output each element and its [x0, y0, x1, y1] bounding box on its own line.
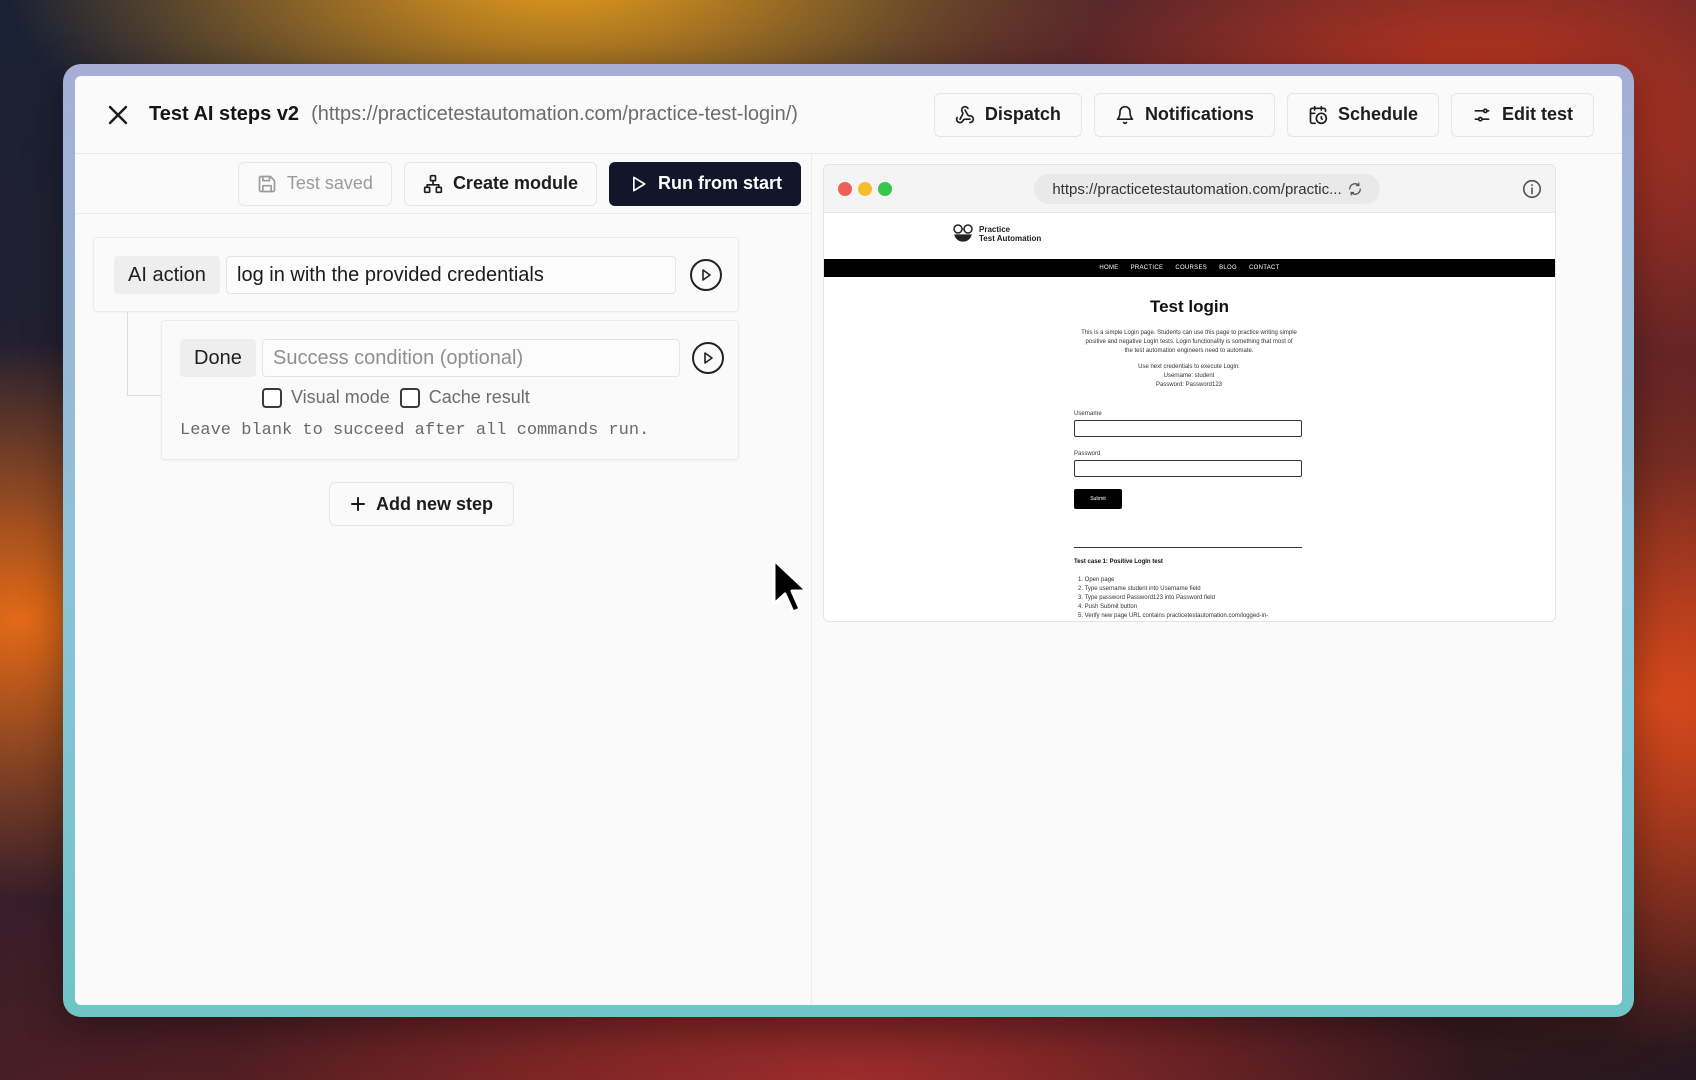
site-logo-text: Practice Test Automation — [979, 225, 1041, 243]
site-submit-button[interactable]: Submit — [1074, 489, 1122, 509]
network-icon — [423, 174, 443, 193]
header-actions: Dispatch Notifications Schedule Edit tes… — [933, 92, 1594, 137]
site-creds-line-1: Use next credentials to execute Login: — [1138, 364, 1240, 370]
site-intro-line-2: positive and negative LogIn tests. Login… — [1085, 339, 1293, 345]
site-credentials: Use next credentials to execute Login: U… — [1079, 363, 1299, 390]
list-item: 2. Type username student into Username f… — [1078, 586, 1201, 592]
create-module-button[interactable]: Create module — [403, 161, 597, 206]
site-password-field[interactable] — [1074, 460, 1302, 477]
site-testcase-steps: 1. Open page 2. Type username student in… — [1078, 576, 1268, 621]
sliders-icon — [1474, 107, 1490, 122]
info-icon[interactable] — [1521, 178, 1543, 200]
browser-url-text: https://practicetestautomation.com/pract… — [1052, 180, 1342, 198]
browser-toolbar: https://practicetestautomation.com/pract… — [824, 165, 1555, 213]
add-new-step-label: Add new step — [376, 493, 494, 514]
site-logo: Practice Test Automation — [952, 223, 1041, 245]
webhook-icon — [955, 105, 974, 123]
site-nav-courses[interactable]: COURSES — [1175, 265, 1207, 271]
success-condition-input[interactable] — [262, 339, 680, 377]
window-minimize-dot[interactable] — [858, 182, 872, 196]
done-options: Visual mode Cache result — [262, 387, 530, 408]
calendar-clock-icon — [1309, 105, 1328, 124]
list-item: 5. Verify new page URL contains practice… — [1078, 613, 1269, 619]
browser-preview: https://practicetestautomation.com/pract… — [823, 164, 1556, 622]
logo-line-1: Practice — [979, 225, 1011, 234]
save-icon — [258, 175, 276, 192]
run-from-start-button[interactable]: Run from start — [608, 161, 801, 206]
site-username-field[interactable] — [1074, 420, 1302, 437]
site-nav-contact[interactable]: CONTACT — [1249, 265, 1280, 271]
site-nav-practice[interactable]: PRACTICE — [1131, 265, 1164, 271]
play-icon — [704, 352, 713, 364]
run-from-start-label: Run from start — [657, 173, 782, 193]
site-nav: HOME PRACTICE COURSES BLOG CONTACT — [824, 259, 1555, 277]
app-window-frame: Test AI steps v2 (https://practicetestau… — [63, 64, 1634, 1017]
plus-icon — [351, 497, 365, 511]
visual-mode-checkbox[interactable] — [262, 387, 282, 408]
site-creds-line-3: Password: Password123 — [1155, 382, 1223, 388]
add-new-step-button[interactable]: Add new step — [329, 482, 515, 526]
site-creds-line-2: Username: student — [1163, 373, 1215, 379]
schedule-label: Schedule — [1337, 104, 1418, 124]
step-editor-panel: Test saved Create module Run from start … — [75, 154, 812, 1005]
done-hint-text: Leave blank to succeed after all command… — [180, 421, 650, 440]
cache-result-option[interactable]: Cache result — [399, 387, 530, 408]
list-item: 3. Type password Password123 into Passwo… — [1078, 595, 1215, 601]
logo-line-2: Test Automation — [979, 234, 1042, 243]
page-preview: Practice Test Automation HOME PRACTICE C… — [824, 213, 1555, 621]
notifications-button[interactable]: Notifications — [1093, 92, 1275, 137]
run-step-button[interactable] — [690, 259, 722, 291]
site-password-label: Password — [1074, 451, 1101, 457]
test-saved-button[interactable]: Test saved — [237, 161, 392, 206]
list-item: 4. Push Submit button — [1078, 604, 1138, 610]
play-icon — [632, 176, 646, 191]
site-heading: Test login — [1149, 297, 1229, 316]
site-testcase-heading: Test case 1: Positive LogIn test — [1074, 559, 1163, 565]
run-done-step-button[interactable] — [692, 342, 724, 374]
browser-url-bar[interactable]: https://practicetestautomation.com/pract… — [1034, 174, 1380, 204]
site-divider — [1074, 547, 1302, 548]
cache-result-label: Cache result — [428, 387, 530, 407]
bell-icon — [1116, 105, 1134, 124]
page-title: Test AI steps v2 — [149, 103, 300, 125]
site-username-label: Username — [1074, 411, 1102, 417]
create-module-label: Create module — [452, 173, 578, 193]
logo-glasses-icon — [953, 224, 973, 242]
site-nav-home[interactable]: HOME — [1099, 265, 1118, 271]
done-type-badge[interactable]: Done — [180, 339, 256, 377]
site-intro-line-1: This is a simple Login page. Students ca… — [1081, 330, 1297, 336]
edit-test-label: Edit test — [1501, 104, 1573, 124]
step-card: AI action — [93, 237, 739, 312]
window-close-dot[interactable] — [838, 182, 852, 196]
app-window: Test AI steps v2 (https://practicetestau… — [75, 76, 1622, 1005]
list-item: 1. Open page — [1078, 577, 1115, 583]
test-saved-label: Test saved — [286, 173, 373, 193]
step-connector — [127, 312, 161, 396]
cache-result-checkbox[interactable] — [399, 387, 420, 408]
edit-test-button[interactable]: Edit test — [1450, 92, 1594, 137]
mouse-cursor-icon — [772, 558, 809, 614]
visual-mode-label: Visual mode — [291, 387, 390, 407]
play-icon — [702, 269, 711, 281]
site-intro: This is a simple Login page. Students ca… — [1079, 329, 1299, 356]
refresh-icon[interactable] — [1348, 182, 1362, 196]
editor-toolbar: Test saved Create module Run from start — [75, 154, 811, 214]
close-button[interactable] — [105, 102, 131, 128]
done-card: Done Visual mode Cache result — [161, 320, 739, 460]
step-command-input[interactable] — [226, 256, 676, 294]
close-icon — [108, 105, 128, 124]
dispatch-label: Dispatch — [984, 104, 1061, 124]
dispatch-button[interactable]: Dispatch — [933, 92, 1082, 137]
window-maximize-dot[interactable] — [878, 182, 892, 196]
notifications-label: Notifications — [1144, 104, 1254, 124]
visual-mode-option[interactable]: Visual mode — [262, 387, 390, 408]
test-url: (https://practicetestautomation.com/prac… — [311, 103, 798, 125]
step-type-badge[interactable]: AI action — [114, 256, 220, 294]
header: Test AI steps v2 (https://practicetestau… — [75, 76, 1622, 154]
site-nav-blog[interactable]: BLOG — [1219, 265, 1237, 271]
site-intro-line-3: the test automation engineers need to au… — [1124, 348, 1254, 354]
schedule-button[interactable]: Schedule — [1286, 92, 1439, 137]
